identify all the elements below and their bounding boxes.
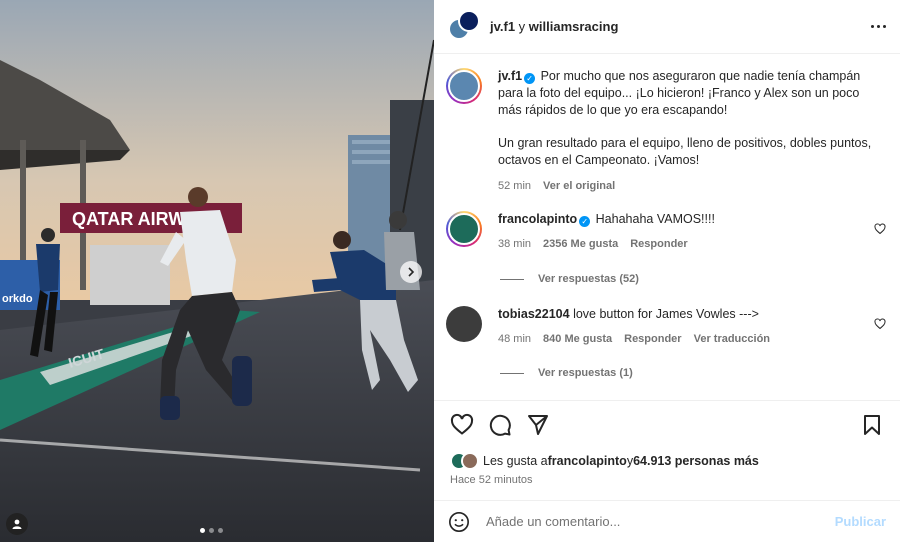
caption-text-1: Por mucho que nos aseguraron que nadie t… <box>498 69 861 117</box>
comment-time[interactable]: 48 min <box>498 331 531 348</box>
caption: jv.f1 ✓ Por mucho que nos aseguraron que … <box>446 68 886 195</box>
comment-likes[interactable]: 2356 Me gusta <box>543 236 618 253</box>
avatar[interactable] <box>446 68 482 104</box>
caption-time[interactable]: 52 min <box>498 178 531 195</box>
post-header: jv.f1 y williamsracing <box>434 0 900 54</box>
replies-divider <box>500 372 524 374</box>
view-replies-button[interactable]: Ver respuestas (52) <box>500 273 639 285</box>
avatar <box>458 9 480 32</box>
verified-badge-icon: ✓ <box>524 73 536 84</box>
caption-username[interactable]: jv.f1 <box>498 69 522 83</box>
comment-text: love button for James Vowles ---> <box>573 307 759 321</box>
chevron-right-icon <box>408 267 415 277</box>
comments-list[interactable]: jv.f1 ✓ Por mucho que nos aseguraron que … <box>434 55 900 400</box>
comment-username[interactable]: francolapinto <box>498 212 577 226</box>
comment: francolapinto ✓ Hahahaha VAMOS!!!! 38 min… <box>446 211 886 253</box>
view-replies-label: Ver respuestas (1) <box>538 367 633 379</box>
heart-icon <box>450 413 474 435</box>
send-icon <box>528 414 548 435</box>
see-original-link[interactable]: Ver el original <box>543 178 615 195</box>
bookmark-icon <box>864 414 880 435</box>
comment-username[interactable]: tobias22104 <box>498 307 570 321</box>
post-authors: jv.f1 y williamsracing <box>490 19 618 34</box>
more-icon <box>877 25 880 28</box>
reply-button[interactable]: Responder <box>624 331 681 348</box>
authors-connector: y <box>515 19 529 34</box>
verified-badge-icon: ✓ <box>579 216 591 227</box>
translate-button[interactable]: Ver traducción <box>694 331 770 348</box>
user-icon <box>12 519 22 529</box>
add-comment-bar: Publicar <box>434 500 900 542</box>
comment-input[interactable] <box>486 514 835 529</box>
replies-divider <box>500 278 524 280</box>
carousel-dot <box>218 528 223 533</box>
author-link[interactable]: williamsracing <box>529 19 619 34</box>
carousel-dots <box>200 528 223 533</box>
publish-button[interactable]: Publicar <box>835 514 886 529</box>
sign-text: QATAR AIRW <box>72 209 185 229</box>
likes-prefix: Les gusta a <box>483 454 548 468</box>
save-button[interactable] <box>860 413 884 437</box>
comment: tobias22104 love button for James Vowles… <box>446 306 886 348</box>
carousel-dot <box>209 528 214 533</box>
heart-icon[interactable] <box>874 318 886 330</box>
more-options-button[interactable] <box>871 25 886 28</box>
likes-count[interactable]: 64.913 personas más <box>633 454 759 468</box>
more-icon <box>883 25 886 28</box>
caption-text-2: Un gran resultado para el equipo, lleno … <box>498 136 872 167</box>
comment-text: Hahahaha VAMOS!!!! <box>595 212 715 226</box>
collab-avatars[interactable] <box>448 9 480 42</box>
comment-icon <box>489 414 511 436</box>
reply-button[interactable]: Responder <box>630 236 687 253</box>
post-details-panel: jv.f1 y williamsracing jv.f1 ✓ Por mucho … <box>434 0 900 542</box>
view-replies-label: Ver respuestas (52) <box>538 273 639 285</box>
post-timestamp[interactable]: Hace 52 minutos <box>450 474 533 486</box>
side-sign-text: orkdo <box>2 293 33 305</box>
avatar <box>461 452 479 470</box>
next-image-button[interactable] <box>400 261 422 283</box>
caption-text: jv.f1 ✓ Por mucho que nos aseguraron que … <box>498 68 886 119</box>
likes-user[interactable]: francolapinto <box>548 454 627 468</box>
comment-button[interactable] <box>488 413 512 437</box>
action-bar <box>434 400 900 448</box>
emoji-icon <box>449 511 469 532</box>
heart-icon[interactable] <box>874 223 886 235</box>
avatar[interactable] <box>446 306 482 342</box>
photo-scene: QATAR AIRW orkdo ICUIT <box>0 0 434 542</box>
post-photo[interactable]: QATAR AIRW orkdo ICUIT <box>0 0 434 542</box>
avatar[interactable] <box>446 211 482 247</box>
comment-time[interactable]: 38 min <box>498 236 531 253</box>
emoji-button[interactable] <box>448 511 470 533</box>
share-button[interactable] <box>526 413 550 437</box>
more-icon <box>871 25 874 28</box>
likes-summary[interactable]: Les gusta a francolapinto y 64.913 perso… <box>450 452 759 470</box>
comment-likes[interactable]: 840 Me gusta <box>543 331 612 348</box>
carousel-dot <box>200 528 205 533</box>
author-link[interactable]: jv.f1 <box>490 19 515 34</box>
tagged-users-button[interactable] <box>6 513 28 535</box>
like-button[interactable] <box>450 413 474 437</box>
view-replies-button[interactable]: Ver respuestas (1) <box>500 367 633 379</box>
